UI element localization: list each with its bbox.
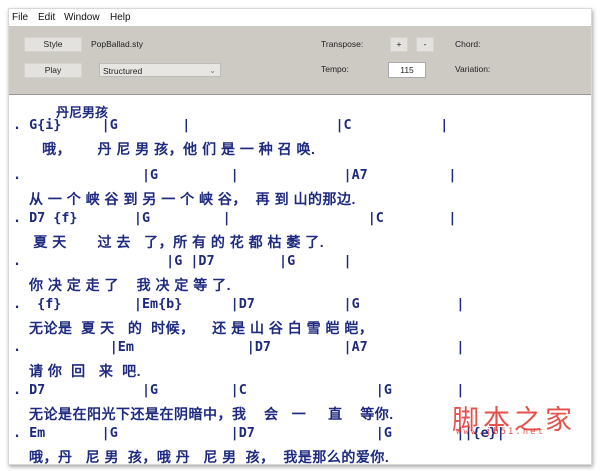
transpose-up-button[interactable]: + bbox=[390, 37, 408, 52]
lyric-line: 请 你 回 来 吧. bbox=[29, 363, 142, 379]
chord-line: . D7 {f} |G | |C | bbox=[13, 211, 457, 226]
chord-line: . G{i} |G | |C | bbox=[13, 118, 449, 133]
style-file-name: PopBallad.sty bbox=[91, 39, 143, 49]
tempo-label: Tempo: bbox=[321, 64, 349, 74]
watermark-url: www.jb51.net bbox=[456, 427, 546, 437]
chord-label: Chord: bbox=[455, 39, 481, 49]
lyric-line: 夏 天 过 去 了，所 有 的 花 都 枯 萎 了. bbox=[29, 234, 325, 250]
tempo-input[interactable]: 115 bbox=[388, 62, 426, 78]
lyric-line: 你 决 定 走 了 我 决 定 等 了. bbox=[29, 277, 232, 293]
play-button[interactable]: Play bbox=[24, 63, 82, 78]
toolbar: Style PopBallad.sty Play Structured ⌄ Tra… bbox=[9, 26, 591, 95]
chord-line: . D7 |G |C |G | bbox=[13, 383, 465, 398]
menu-help[interactable]: Help bbox=[110, 12, 131, 23]
app-window: File Edit Window Help Style PopBallad.st… bbox=[8, 8, 592, 465]
lyric-line: 无论是 夏 天 的 时候， 还 是 山 谷 白 雪 皑 皑， bbox=[29, 320, 374, 336]
lyric-line: 哦， 丹 尼 男 孩，他 们 是 一 种 召 唤. bbox=[29, 141, 316, 157]
chord-line: . |G | |A7 | bbox=[13, 168, 457, 183]
menu-window[interactable]: Window bbox=[64, 12, 100, 23]
lyric-line: 哦，丹 尼 男 孩，哦 丹 尼 男 孩， 我是那么的爱你. bbox=[29, 449, 390, 465]
variation-label: Variation: bbox=[455, 64, 491, 74]
chord-line: . |G |D7 |G | bbox=[13, 254, 352, 269]
chevron-down-icon: ⌄ bbox=[209, 66, 216, 75]
chord-line: . |Em |D7 |A7 | bbox=[13, 340, 465, 355]
style-button[interactable]: Style bbox=[24, 37, 82, 52]
chord-line: . Em |G |D7 |G ||{e}| bbox=[13, 426, 505, 441]
mode-select-value: Structured bbox=[103, 66, 143, 76]
menu-file[interactable]: File bbox=[12, 12, 28, 23]
lyric-line: 无论是在阳光下还是在阴暗中，我 会 一 直 等你. bbox=[29, 406, 394, 422]
mode-select[interactable]: Structured ⌄ bbox=[99, 63, 221, 77]
menu-bar: File Edit Window Help bbox=[9, 9, 591, 26]
chord-line: . {f} |Em{b} |D7 |G | bbox=[13, 297, 465, 312]
lyric-line: 从 一 个 峡 谷 到 另 一 个 峡 谷， 再 到 山的那边. bbox=[29, 191, 356, 207]
transpose-label: Transpose: bbox=[321, 39, 364, 49]
transpose-down-button[interactable]: - bbox=[416, 37, 434, 52]
menu-edit[interactable]: Edit bbox=[38, 12, 55, 23]
